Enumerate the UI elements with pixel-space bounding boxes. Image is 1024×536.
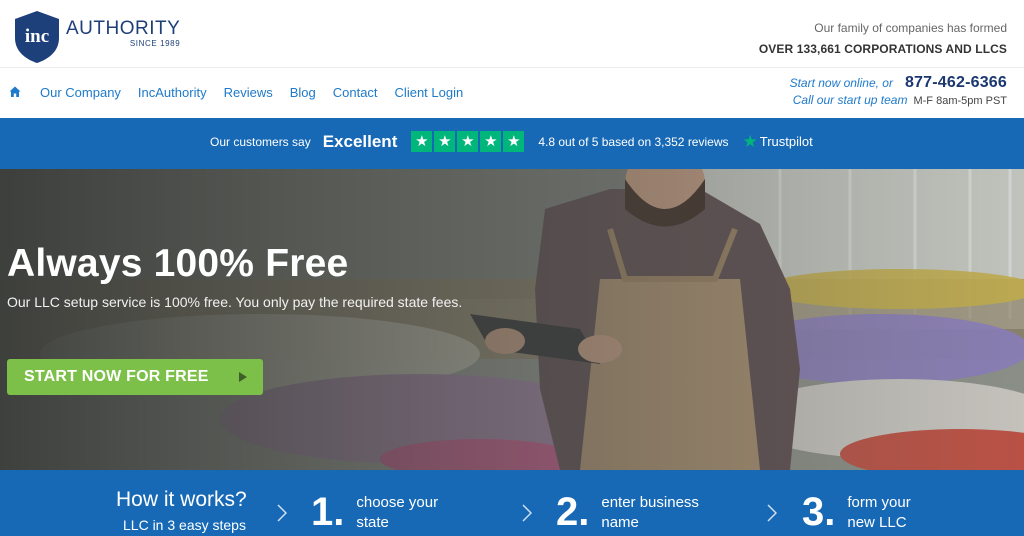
nav-blog[interactable]: Blog bbox=[290, 85, 316, 100]
hero-banner: Always 100% Free Our LLC setup service i… bbox=[0, 169, 1024, 470]
step-text-line-1: enter business bbox=[601, 494, 699, 511]
company-stats: Our family of companies has formed OVER … bbox=[759, 21, 1007, 56]
logo-since: SINCE 1989 bbox=[129, 39, 181, 48]
shield-logo-icon: inc bbox=[15, 11, 59, 63]
nav-links: Our Company IncAuthority Reviews Blog Co… bbox=[40, 85, 480, 100]
step-text-line-2: new LLC bbox=[847, 514, 907, 531]
office-hours: M-F 8am-5pm PST bbox=[913, 95, 1007, 107]
phone-number[interactable]: 877-462-6366 bbox=[905, 74, 1007, 92]
rating-word: Excellent bbox=[322, 131, 398, 151]
hero-title: Always 100% Free bbox=[7, 242, 349, 285]
call-team-text: Call our start up team bbox=[792, 93, 908, 107]
trustpilot-bar: Our customers say Excellent ★ ★ ★ ★ ★ 4.… bbox=[0, 118, 1024, 169]
step-text-line-1: choose your bbox=[356, 494, 439, 511]
step-2: 2. enter business name bbox=[556, 492, 699, 533]
step-text: choose your state bbox=[356, 493, 438, 533]
step-1: 1. choose your state bbox=[311, 492, 438, 533]
step-number: 2. bbox=[556, 490, 590, 534]
logo-badge-text: inc bbox=[25, 26, 49, 47]
start-now-label: START NOW FOR FREE bbox=[24, 368, 209, 385]
how-it-works-bar: How it works? LLC in 3 easy steps 1. cho… bbox=[0, 470, 1024, 536]
contact-row-hours: Call our start up team M-F 8am-5pm PST bbox=[790, 93, 1007, 107]
trustpilot-star-icon: ★ bbox=[742, 131, 758, 151]
star-rating: ★ ★ ★ ★ ★ bbox=[411, 131, 525, 152]
step-text: form your new LLC bbox=[847, 493, 910, 533]
how-it-works-subtitle: LLC in 3 easy steps bbox=[123, 517, 246, 533]
customers-say: Our customers say bbox=[210, 134, 311, 149]
step-text-line-1: form your bbox=[847, 494, 911, 511]
nav-reviews[interactable]: Reviews bbox=[224, 85, 273, 100]
step-text-line-2: state bbox=[356, 514, 389, 531]
step-text: enter business name bbox=[601, 493, 699, 533]
nav-contact[interactable]: Contact bbox=[333, 85, 378, 100]
site-header: inc AUTHORITY SINCE 1989 Our family of c… bbox=[0, 0, 1024, 68]
start-online-text: Start now online, or bbox=[789, 76, 893, 90]
trustpilot-logo: ★ Trustpilot bbox=[743, 132, 813, 152]
rating-summary: 4.8 out of 5 based on 3,352 reviews bbox=[538, 134, 729, 149]
family-line-2: OVER 133,661 CORPORATIONS AND LLCS bbox=[758, 42, 1007, 56]
star-icon: ★ bbox=[480, 131, 502, 152]
inc-authority-logo[interactable]: inc AUTHORITY SINCE 1989 bbox=[12, 10, 180, 64]
step-text-line-2: name bbox=[601, 514, 639, 531]
chevron-right-icon bbox=[277, 504, 287, 522]
nav-client-login[interactable]: Client Login bbox=[395, 85, 464, 100]
step-3: 3. form your new LLC bbox=[802, 492, 911, 533]
nav-our-company[interactable]: Our Company bbox=[40, 85, 121, 100]
family-line-1: Our family of companies has formed bbox=[814, 21, 1007, 35]
hero-photo bbox=[0, 169, 1024, 470]
star-icon: ★ bbox=[411, 131, 433, 152]
nav-incauthority[interactable]: IncAuthority bbox=[138, 85, 207, 100]
step-number: 1. bbox=[311, 490, 345, 534]
play-arrow-icon bbox=[223, 359, 263, 395]
hero-subtitle: Our LLC setup service is 100% free. You … bbox=[7, 294, 463, 310]
main-nav: Our Company IncAuthority Reviews Blog Co… bbox=[0, 68, 1024, 118]
star-icon: ★ bbox=[503, 131, 525, 152]
trustpilot-brand: Trustpilot bbox=[759, 134, 813, 149]
home-icon[interactable] bbox=[9, 86, 21, 98]
contact-row-phone: Start now online, or 877-462-6366 bbox=[790, 74, 1007, 92]
star-icon: ★ bbox=[457, 131, 479, 152]
step-number: 3. bbox=[802, 490, 836, 534]
how-it-works: How it works? LLC in 3 easy steps bbox=[116, 488, 247, 533]
star-icon: ★ bbox=[434, 131, 456, 152]
contact-block: Start now online, or 877-462-6366 Call o… bbox=[790, 74, 1007, 107]
chevron-right-icon bbox=[522, 504, 532, 522]
chevron-right-icon bbox=[767, 504, 777, 522]
trustpilot-widget[interactable]: Our customers say Excellent ★ ★ ★ ★ ★ 4.… bbox=[210, 131, 813, 152]
logo-wordmark: AUTHORITY bbox=[66, 18, 181, 39]
start-now-button[interactable]: START NOW FOR FREE bbox=[7, 359, 263, 395]
how-it-works-title: How it works? bbox=[116, 488, 247, 511]
